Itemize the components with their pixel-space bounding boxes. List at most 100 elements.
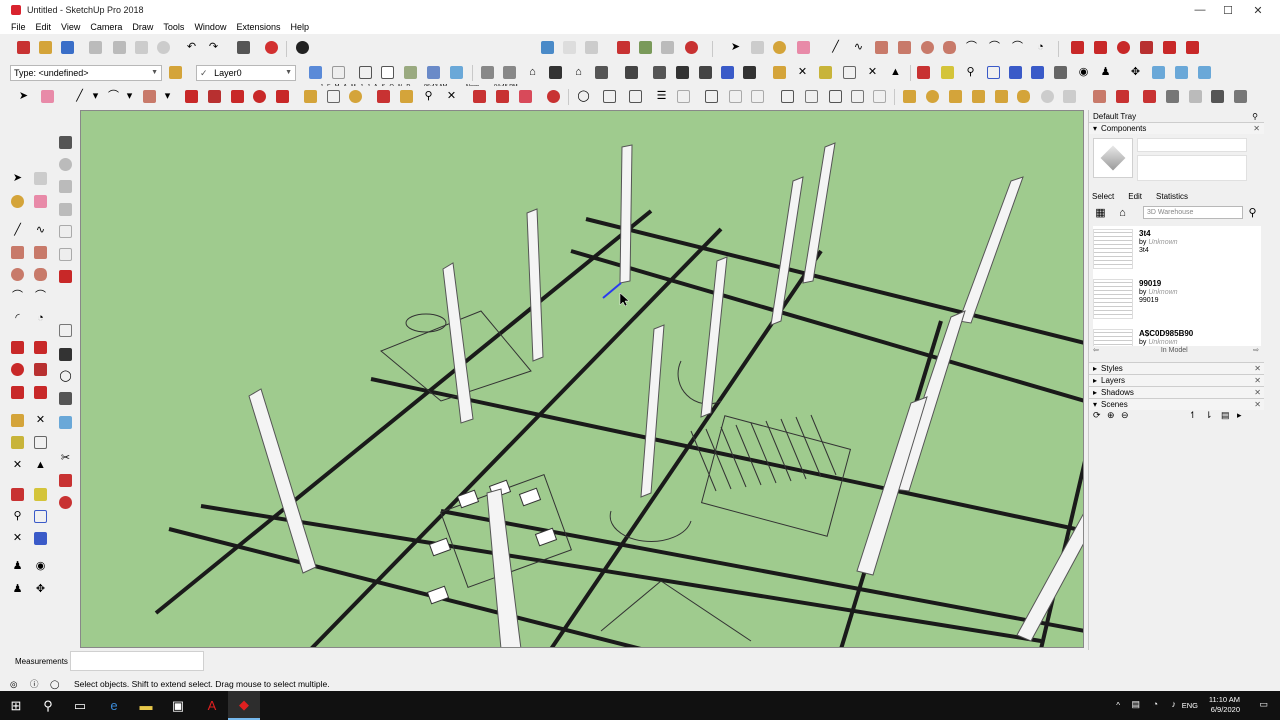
lock-icon[interactable] — [750, 89, 765, 104]
solid-tools-icon[interactable] — [1092, 89, 1107, 104]
tab-select[interactable]: Select — [1092, 192, 1114, 201]
cylinder-icon[interactable] — [850, 89, 865, 104]
xray-style-icon[interactable] — [308, 65, 323, 80]
select-tool-icon[interactable]: ➤ — [16, 89, 31, 104]
back-edges-icon[interactable] — [331, 65, 346, 80]
zoom-left-icon[interactable]: ⚲ — [10, 509, 25, 524]
menu-tools[interactable]: Tools — [163, 22, 184, 32]
eraser-left-icon[interactable] — [33, 194, 48, 209]
stamp-icon[interactable] — [676, 89, 691, 104]
list-item[interactable]: A$C0D985B90 by Unknown — [1093, 326, 1261, 346]
pin-icon[interactable]: ⚲ — [1252, 112, 1258, 121]
undo-icon[interactable]: ↶ — [184, 40, 199, 55]
edge-browser-icon[interactable]: e — [98, 691, 130, 720]
select-arrow-icon[interactable]: ➤ — [728, 40, 743, 55]
zoom-extents-large-icon[interactable]: ✕ — [444, 89, 459, 104]
split-icon[interactable] — [742, 65, 757, 80]
section-cut-icon[interactable] — [1151, 65, 1166, 80]
camera-icon[interactable] — [780, 89, 795, 104]
warehouse-large-icon[interactable] — [472, 89, 487, 104]
move-down-icon[interactable]: ⇂ — [1205, 410, 1213, 421]
close-icon[interactable]: ✕ — [1254, 364, 1261, 373]
offset-left-icon[interactable] — [33, 385, 48, 400]
camera-tool-icon[interactable] — [58, 135, 73, 150]
position-camera-left-icon[interactable] — [58, 179, 73, 194]
maximize-button[interactable]: ☐ — [1212, 0, 1244, 20]
styles-panel-header[interactable]: ▸ Styles ✕ — [1089, 362, 1265, 374]
model-viewport[interactable] — [80, 110, 1084, 648]
rotated-rectangle-icon[interactable] — [897, 40, 912, 55]
layers-panel-header[interactable]: ▸ Layers ✕ — [1089, 374, 1265, 386]
measurements-input[interactable] — [70, 651, 204, 671]
follow-me-left-icon[interactable] — [33, 362, 48, 377]
menu-window[interactable]: Window — [194, 22, 226, 32]
ruby-left-icon[interactable] — [58, 495, 73, 510]
component-list[interactable]: 3t4 by Unknown 3t4 99019 by Unknown 9901… — [1093, 226, 1261, 346]
look-around-left-icon[interactable] — [58, 202, 73, 217]
top-view-icon[interactable] — [502, 65, 517, 80]
follow-me-large-icon[interactable] — [207, 89, 222, 104]
paste-icon[interactable] — [134, 40, 149, 55]
three-point-arc-icon[interactable]: ⌒ — [1010, 40, 1025, 55]
zoom-large-icon[interactable]: ⚲ — [421, 89, 436, 104]
sandbox-icon[interactable] — [638, 40, 653, 55]
menu-camera[interactable]: Camera — [90, 22, 122, 32]
rectangle-left-icon[interactable] — [10, 245, 25, 260]
save-icon[interactable] — [60, 40, 75, 55]
wireframe-icon[interactable] — [358, 65, 373, 80]
redo-icon[interactable]: ↷ — [206, 40, 221, 55]
scenes-panel-header[interactable]: ▾ Scenes ✕ — [1089, 398, 1265, 410]
follow-me-icon[interactable] — [1139, 40, 1154, 55]
scale-icon[interactable] — [1162, 40, 1177, 55]
network-icon[interactable]: ▤ — [1131, 699, 1140, 710]
search-input[interactable]: 3D Warehouse — [1143, 206, 1243, 219]
ruby-console-icon[interactable] — [684, 40, 699, 55]
add-detail-left-icon[interactable]: ◯ — [58, 369, 73, 384]
scale-large-icon[interactable] — [275, 89, 290, 104]
smoove-icon[interactable]: ☰ — [654, 89, 669, 104]
walk-icon[interactable]: ♟ — [1098, 65, 1113, 80]
sketchup-taskbar-icon[interactable]: ◆ — [228, 691, 260, 720]
move-up-icon[interactable]: ↿ — [1189, 410, 1197, 421]
menu-view[interactable]: View — [61, 22, 80, 32]
sky-icon[interactable] — [58, 415, 73, 430]
front-view-icon[interactable]: ⌂ — [525, 65, 540, 80]
section-planes-icon[interactable] — [1197, 65, 1212, 80]
close-icon[interactable]: ✕ — [1254, 376, 1261, 385]
search-icon[interactable]: ⚲ — [1245, 206, 1260, 221]
3d-model-canvas[interactable] — [81, 111, 1084, 648]
iso-view-icon[interactable] — [480, 65, 495, 80]
terrain-icon[interactable] — [1188, 89, 1203, 104]
rotated-rect-left-icon[interactable] — [33, 245, 48, 260]
component-icon[interactable] — [750, 40, 765, 55]
view-options-icon[interactable]: ▦ — [1093, 206, 1108, 221]
user-icon[interactable]: ◯ — [50, 679, 60, 690]
section-plane-icon[interactable] — [916, 65, 931, 80]
cube-icon[interactable] — [804, 89, 819, 104]
sandbox-large-icon[interactable] — [602, 89, 617, 104]
model-info-icon[interactable] — [264, 40, 279, 55]
axes-left-icon[interactable]: ✕ — [10, 458, 25, 473]
move-icon[interactable] — [1070, 40, 1085, 55]
freehand-left-icon[interactable]: ∿ — [33, 223, 48, 238]
volume-icon[interactable]: ♪ — [1172, 699, 1177, 709]
drape-left-icon[interactable] — [58, 347, 73, 362]
watermark-icon[interactable] — [1062, 89, 1077, 104]
text-left-icon[interactable] — [33, 435, 48, 450]
store-icon[interactable]: ▣ — [162, 691, 194, 720]
notifications-icon[interactable]: ▭ — [1259, 699, 1268, 710]
warehouse-icon[interactable] — [540, 40, 555, 55]
offset-icon[interactable] — [1185, 40, 1200, 55]
scale-left-icon[interactable] — [10, 385, 25, 400]
orbit-large-icon[interactable] — [376, 89, 391, 104]
orbit-left-icon[interactable] — [10, 487, 25, 502]
print-icon[interactable] — [236, 40, 251, 55]
tab-statistics[interactable]: Statistics — [1156, 192, 1188, 201]
left-view-icon[interactable] — [594, 65, 609, 80]
new-file-icon[interactable] — [16, 40, 31, 55]
info-icon[interactable]: ⓘ — [30, 678, 39, 690]
forward-arrow-icon[interactable]: ⇨ — [1253, 346, 1259, 354]
autocad-icon[interactable]: A — [196, 691, 228, 720]
zoom-window-left-icon[interactable] — [33, 509, 48, 524]
rotate-icon[interactable] — [1116, 40, 1131, 55]
